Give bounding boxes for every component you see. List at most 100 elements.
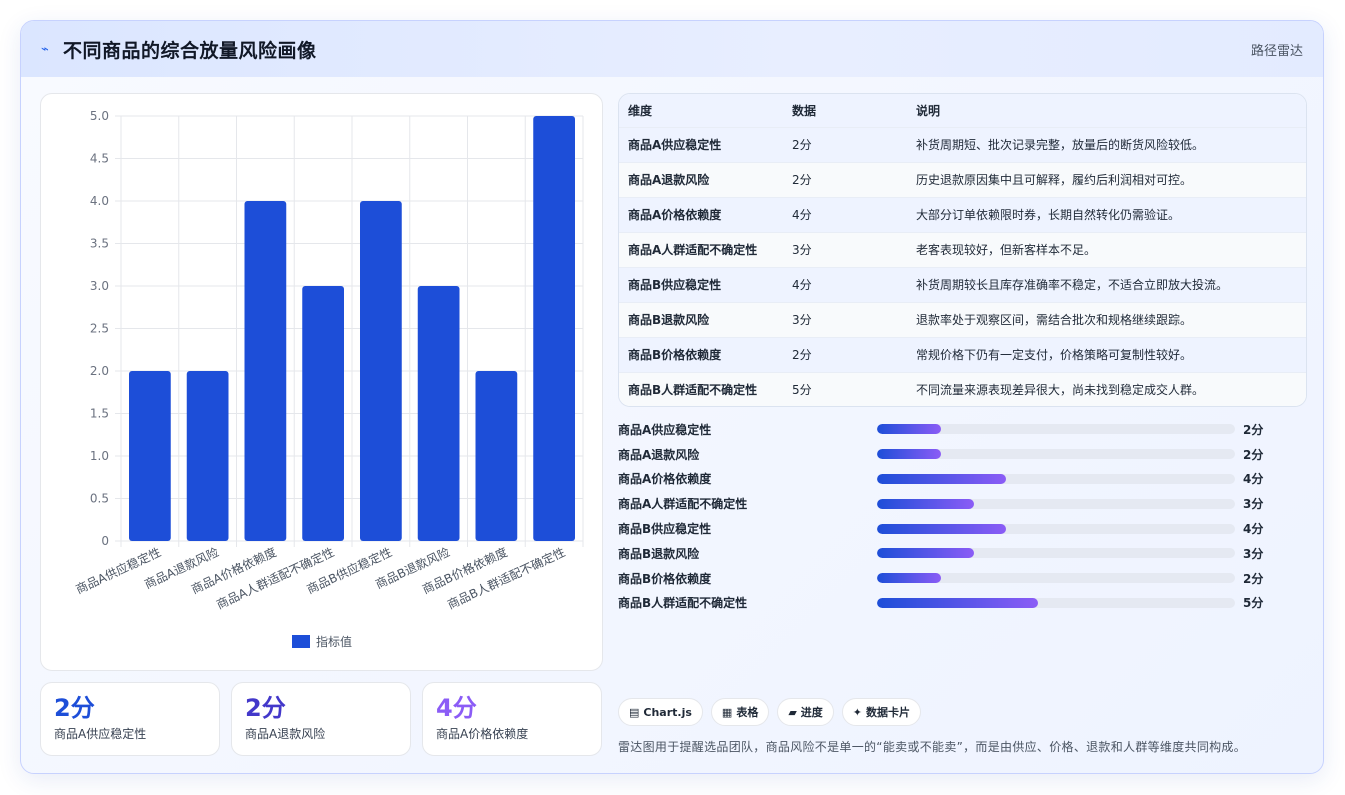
legend-swatch <box>292 635 310 648</box>
progress-label: 商品B人群适配不确定性 <box>618 596 748 611</box>
stat-card: 2分 商品A退款风险 <box>231 682 411 756</box>
chart-icon: ▤ <box>629 705 640 719</box>
bar <box>302 286 344 541</box>
pill-chartjs[interactable]: ▤ Chart.js <box>618 698 703 726</box>
header-bar: ⌁ 不同商品的综合放量风险画像 路径雷达 <box>21 21 1323 77</box>
progress-label: 商品B供应稳定性 <box>618 522 712 537</box>
table-cell: 补货周期较长且库存准确率不稳定，不适合立即放大投流。 <box>907 266 1306 302</box>
table-cell: 老客表现较好，但新客样本不足。 <box>907 231 1306 267</box>
dashboard-card: ⌁ 不同商品的综合放量风险画像 路径雷达 0 0.5 1.0 1.5 2.0 2.5 3.0… <box>20 20 1324 774</box>
table-row: 商品B退款风险 3分 退款率处于观察区间，需结合批次和规格继续跟踪。 <box>619 301 1306 337</box>
footer-note: 雷达图用于提醒选品团队，商品风险不是单一的“能卖或不能卖”，而是由供应、价格、退… <box>618 740 1247 754</box>
table-header: 数据 <box>783 94 907 127</box>
progress-value: 5分 <box>1243 596 1264 611</box>
table-row: 商品A退款风险 2分 历史退款原因集中且可解释，履约后利润相对可控。 <box>619 161 1306 197</box>
table-cell: 5分 <box>783 371 907 406</box>
y-tick-label: 0 <box>101 534 109 548</box>
bar <box>417 286 460 541</box>
y-tick-label: 4.0 <box>90 194 109 208</box>
table-cell: 2分 <box>783 161 907 197</box>
y-tick-label: 2.0 <box>90 364 109 378</box>
progress-fill <box>877 424 942 435</box>
progress-label: 商品B价格依赖度 <box>618 571 712 586</box>
progress-value: 2分 <box>1243 571 1264 586</box>
pill-data-card[interactable]: ✦ 数据卡片 <box>841 698 922 726</box>
table-cell: 商品B价格依赖度 <box>619 336 783 372</box>
progress-fill <box>877 597 1039 608</box>
progress-label: 商品A价格依赖度 <box>618 472 712 487</box>
progress-fill <box>877 573 942 584</box>
table-row: 商品A价格依赖度 4分 大部分订单依赖限时券，长期自然转化仍需验证。 <box>619 196 1306 232</box>
progress-value: 3分 <box>1243 497 1264 512</box>
progress-track <box>877 473 1235 484</box>
progress-list: 商品A供应稳定性 2分 商品A退款风险 2分 商品A价格依赖度 4分 商品A人群适配不… <box>618 417 1278 615</box>
y-tick-label: 3.0 <box>90 279 109 293</box>
data-table-panel: 维度 数据 说明 商品A供应稳定性 2分 补货周期短、批次记录完整，放量后的断货风险… <box>618 93 1307 407</box>
pill-table[interactable]: ▦ 表格 <box>710 698 770 726</box>
table-cell: 3分 <box>783 231 907 267</box>
pill-progress[interactable]: ▰ 进度 <box>777 698 834 726</box>
table-row: 商品B人群适配不确定性 5分 不同流量来源表现差异很大，尚未找到稳定成交人群。 <box>619 371 1306 406</box>
progress-row: 商品A供应稳定性 2分 <box>618 417 1278 442</box>
table-cell: 4分 <box>783 266 907 302</box>
table-row: 商品B供应稳定性 4分 补货周期较长且库存准确率不稳定，不适合立即放大投流。 <box>619 266 1306 302</box>
progress-track <box>877 597 1235 608</box>
progress-fill <box>877 548 974 559</box>
progress-row: 商品A价格依赖度 4分 <box>618 467 1278 492</box>
progress-track <box>877 449 1235 460</box>
y-tick-label: 4.5 <box>90 152 109 166</box>
progress-value: 4分 <box>1243 522 1264 537</box>
table-row: 商品B价格依赖度 2分 常规价格下仍有一定支付，价格策略可复制性较好。 <box>619 336 1306 372</box>
table-row: 商品A供应稳定性 2分 补货周期短、批次记录完整，放量后的断货风险较低。 <box>619 126 1306 162</box>
table-header: 说明 <box>907 94 1306 127</box>
table-cell: 大部分订单依赖限时券，长期自然转化仍需验证。 <box>907 196 1306 232</box>
bar-chart: 00.51.01.52.02.53.03.54.04.55.0商品A供应稳定性商… <box>73 109 584 649</box>
y-tick-label: 1.0 <box>90 449 109 463</box>
progress-row: 商品B人群适配不确定性 5分 <box>618 591 1278 616</box>
y-tick-label: 0.5 <box>90 492 109 506</box>
bar <box>533 116 575 541</box>
stat-label: 商品A价格依赖度 <box>436 727 529 741</box>
stat-card: 2分 商品A供应稳定性 <box>40 682 220 756</box>
progress-icon: ▰ <box>788 705 797 719</box>
stat-label: 商品A供应稳定性 <box>54 727 147 741</box>
table-cell: 商品A人群适配不确定性 <box>619 231 783 267</box>
progress-label: 商品A人群适配不确定性 <box>618 497 748 512</box>
progress-track <box>877 424 1235 435</box>
progress-label: 商品A供应稳定性 <box>618 422 712 437</box>
bar-chart-panel: 0 0.5 1.0 1.5 2.0 2.5 3.0 3.5 4.0 4.5 5.0 商品A供应稳定性商… <box>40 93 603 671</box>
table-cell: 2分 <box>783 336 907 372</box>
table-cell: 商品B退款风险 <box>619 301 783 337</box>
bar <box>186 371 229 541</box>
pulse-icon: ⌁ <box>41 41 49 57</box>
table-header: 维度 <box>619 94 783 127</box>
data-table: 维度 数据 说明 商品A供应稳定性 2分 补货周期短、批次记录完整，放量后的断货风险… <box>619 94 1306 406</box>
tech-pills: ▤ Chart.js ▦ 表格 ▰ 进度 ✦ 数据卡片 <box>618 698 922 726</box>
header-tag: 路径雷达 <box>1250 43 1303 59</box>
table-cell: 常规价格下仍有一定支付，价格策略可复制性较好。 <box>907 336 1306 372</box>
bar <box>244 201 287 541</box>
table-row: 商品A人群适配不确定性 3分 老客表现较好，但新客样本不足。 <box>619 231 1306 267</box>
progress-value: 3分 <box>1243 546 1264 561</box>
progress-value: 4分 <box>1243 472 1264 487</box>
y-tick-label: 1.5 <box>90 407 109 421</box>
table-cell: 2分 <box>783 126 907 162</box>
sparkle-icon: ✦ <box>852 705 863 719</box>
page-title: 不同商品的综合放量风险画像 <box>63 39 317 62</box>
table-cell: 商品A退款风险 <box>619 161 783 197</box>
progress-fill <box>877 473 1006 484</box>
table-icon: ▦ <box>721 705 733 719</box>
legend-label: 指标值 <box>316 634 352 649</box>
progress-fill <box>877 498 974 509</box>
progress-label: 商品B退款风险 <box>618 546 700 561</box>
progress-row: 商品A退款风险 2分 <box>618 442 1278 467</box>
pill-label: 表格 <box>736 706 759 719</box>
pill-label: Chart.js <box>643 705 692 719</box>
stat-value: 2分 <box>54 694 95 722</box>
stat-value: 4分 <box>436 694 477 722</box>
progress-value: 2分 <box>1243 447 1264 462</box>
y-tick-label: 3.5 <box>90 237 109 251</box>
bar <box>475 371 518 541</box>
bar <box>129 371 171 541</box>
table-cell: 商品B供应稳定性 <box>619 266 783 302</box>
